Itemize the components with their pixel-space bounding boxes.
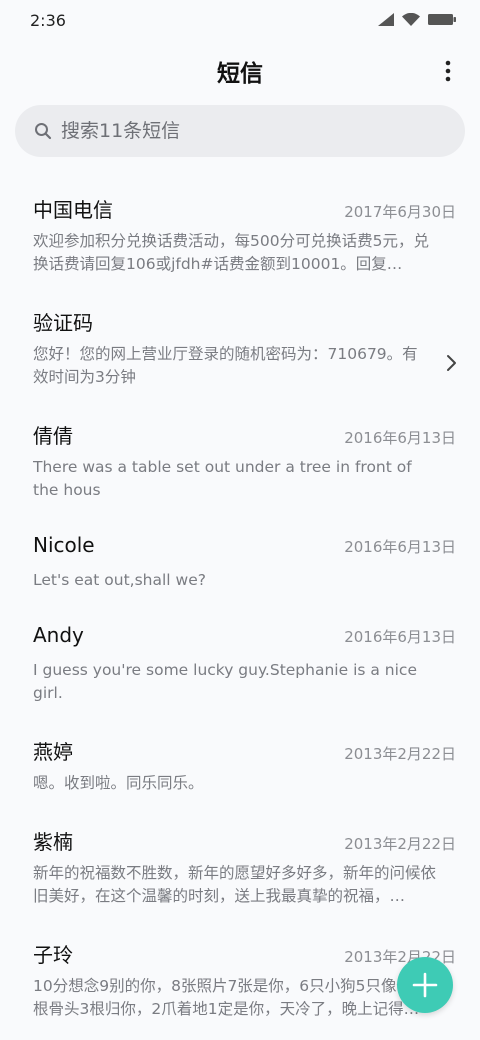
more-vertical-icon <box>445 60 451 82</box>
wifi-icon <box>402 13 420 26</box>
message-list: 中国电信 2017年6月30日 欢迎参加积分兑换话费活动，每500分可兑换话费5… <box>0 178 480 1036</box>
signal-icon <box>378 13 394 26</box>
message-sender: 子玲 <box>33 943 73 967</box>
message-preview: 10分想念9别的你，8张照片7张是你，6只小狗5只像你，4根骨头3根归你，2爪着… <box>33 977 438 1018</box>
search-input[interactable] <box>61 120 441 142</box>
status-time: 2:36 <box>30 11 66 30</box>
header: 短信 <box>0 42 480 100</box>
message-sender: Andy <box>33 623 84 647</box>
status-icons <box>378 13 456 26</box>
message-sender: 紫楠 <box>33 830 73 854</box>
new-message-button[interactable] <box>397 957 453 1013</box>
page-title: 短信 <box>217 61 263 87</box>
battery-icon <box>428 14 456 25</box>
message-item-1[interactable]: 验证码 您好！您的网上营业厅登录的随机密码为：710679。有效时间为3分钟 <box>0 291 480 404</box>
sms-screen: 2:36 短信 中国电信 <box>0 0 480 1040</box>
message-sender: Nicole <box>33 533 95 557</box>
message-preview: 您好！您的网上营业厅登录的随机密码为：710679。有效时间为3分钟 <box>33 345 418 386</box>
message-item-3[interactable]: Nicole 2016年6月13日 Let's eat out,shall we… <box>0 517 480 607</box>
plus-icon <box>412 972 438 998</box>
message-preview: There was a table set out under a tree i… <box>33 458 412 499</box>
message-item-6[interactable]: 紫楠 2013年2月22日 新年的祝福数不胜数，新年的愿望好多好多，新年的问候依… <box>0 810 480 923</box>
message-item-0[interactable]: 中国电信 2017年6月30日 欢迎参加积分兑换话费活动，每500分可兑换话费5… <box>0 178 480 291</box>
message-sender: 验证码 <box>33 311 93 335</box>
message-item-2[interactable]: 倩倩 2016年6月13日 There was a table set out … <box>0 404 480 517</box>
message-sender: 中国电信 <box>33 198 113 222</box>
message-date: 2013年2月22日 <box>344 745 456 763</box>
message-preview: 新年的祝福数不胜数，新年的愿望好多好多，新年的问候依旧美好，在这个温馨的时刻，送… <box>33 864 437 905</box>
message-date: 2016年6月13日 <box>344 429 456 447</box>
chevron-right-icon <box>447 355 456 371</box>
search-bar[interactable] <box>15 105 465 157</box>
message-item-5[interactable]: 燕婷 2013年2月22日 嗯。收到啦。同乐同乐。 <box>0 720 480 810</box>
status-bar: 2:36 <box>0 0 480 42</box>
message-date: 2016年6月13日 <box>344 538 456 556</box>
message-sender: 燕婷 <box>33 740 73 764</box>
message-date: 2017年6月30日 <box>344 203 456 221</box>
message-sender: 倩倩 <box>33 424 73 448</box>
search-icon <box>33 121 53 141</box>
message-preview: Let's eat out,shall we? <box>33 571 206 589</box>
message-date: 2013年2月22日 <box>344 835 456 853</box>
message-date: 2016年6月13日 <box>344 628 456 646</box>
message-preview: 欢迎参加积分兑换话费活动，每500分可兑换话费5元，兑换话费请回复106或jfd… <box>33 232 429 273</box>
more-options-button[interactable] <box>438 54 458 88</box>
message-item-4[interactable]: Andy 2016年6月13日 I guess you're some luck… <box>0 607 480 720</box>
message-preview: I guess you're some lucky guy.Stephanie … <box>33 661 417 702</box>
message-preview: 嗯。收到啦。同乐同乐。 <box>33 774 204 792</box>
